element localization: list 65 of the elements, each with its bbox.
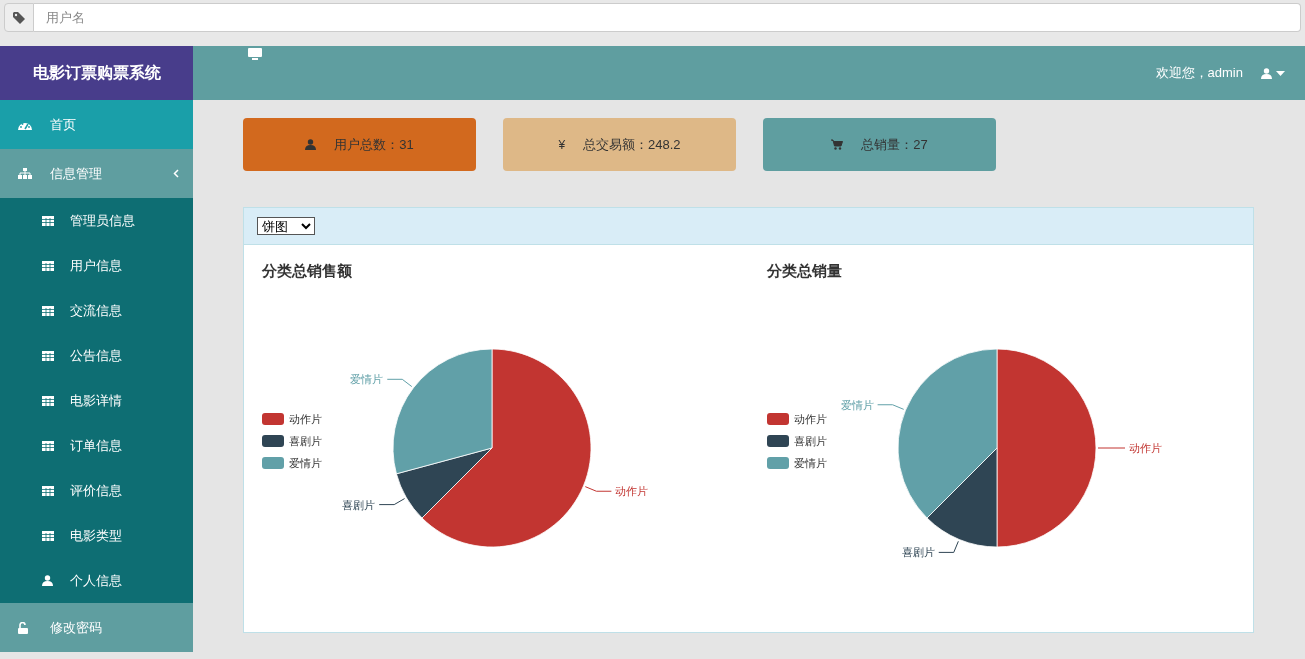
slice-label: 爱情片 xyxy=(350,372,384,385)
table-icon xyxy=(42,305,54,316)
tag-icon xyxy=(13,11,25,24)
leader-line xyxy=(1097,447,1125,448)
chart-title: 分类总销量 xyxy=(766,261,842,281)
stat-text: 总销量：27 xyxy=(861,135,928,154)
legend-item[interactable]: 动作片 xyxy=(766,412,827,425)
submenu-item[interactable]: 订单信息 xyxy=(0,423,193,468)
legend-label: 爱情片 xyxy=(793,456,827,469)
user-icon xyxy=(42,575,53,586)
yen-icon: ¥ xyxy=(558,135,566,154)
slice-label: 动作片 xyxy=(1128,441,1162,454)
submenu-item[interactable]: 个人信息 xyxy=(0,558,193,603)
legend-item[interactable]: 动作片 xyxy=(262,412,322,425)
legend-label: 动作片 xyxy=(289,412,322,425)
submenu-item[interactable]: 用户信息 xyxy=(0,243,193,288)
legend-label: 爱情片 xyxy=(289,456,322,469)
sidebar-item[interactable]: 首页 xyxy=(0,100,193,149)
table-icon xyxy=(42,530,54,541)
submenu-item[interactable]: 公告信息 xyxy=(0,333,193,378)
table-icon xyxy=(42,260,54,271)
submenu-item[interactable]: 管理员信息 xyxy=(0,198,193,243)
leader-line xyxy=(876,403,904,410)
table-icon xyxy=(42,395,54,406)
leader-line xyxy=(584,485,612,492)
legend-item[interactable]: 喜剧片 xyxy=(766,434,827,447)
legend-label: 喜剧片 xyxy=(793,434,827,447)
slice-label: 爱情片 xyxy=(840,398,874,411)
table-icon xyxy=(42,350,54,361)
leader-line xyxy=(386,378,413,387)
search-field[interactable]: 用户名 xyxy=(34,3,1301,32)
slice-label: 喜剧片 xyxy=(901,545,935,558)
submenu-item[interactable]: 电影详情 xyxy=(0,378,193,423)
monitor-icon xyxy=(248,48,262,60)
table-icon xyxy=(42,485,54,496)
sidebar-item[interactable]: 信息管理 xyxy=(0,149,193,198)
submenu-item[interactable]: 电影类型 xyxy=(0,513,193,558)
submenu-item[interactable]: 交流信息 xyxy=(0,288,193,333)
legend-item[interactable]: 爱情片 xyxy=(262,456,322,469)
table-icon xyxy=(42,440,54,451)
slice-label: 喜剧片 xyxy=(342,498,376,511)
chart-title: 分类总销售额 xyxy=(262,261,352,281)
sidebar-item[interactable]: 修改密码 xyxy=(0,603,193,652)
chevron-left-icon xyxy=(173,169,179,178)
app-title: 电影订票购票系统 xyxy=(32,63,161,83)
slice-label: 动作片 xyxy=(615,484,649,497)
unlocked-padlock-icon xyxy=(18,621,28,634)
legend-item[interactable]: 喜剧片 xyxy=(262,434,322,447)
legend-label: 动作片 xyxy=(793,412,827,425)
user-icon xyxy=(1261,67,1272,79)
legend-label: 喜剧片 xyxy=(289,434,322,447)
leader-line xyxy=(378,497,406,505)
welcome-text: 欢迎您，admin xyxy=(1155,64,1243,83)
cart-icon xyxy=(831,139,844,150)
stat-text: 用户总数：31 xyxy=(334,135,414,154)
legend-item[interactable]: 爱情片 xyxy=(766,456,827,469)
submenu-item[interactable]: 评价信息 xyxy=(0,468,193,513)
table-icon xyxy=(42,215,54,226)
sitemap-icon xyxy=(18,168,32,179)
chart-type-select[interactable]: 饼图 xyxy=(257,217,315,235)
caret-icon xyxy=(1276,70,1285,76)
stat-text: 总交易额：248.2 xyxy=(583,135,681,154)
user-menu-button[interactable] xyxy=(1261,67,1285,79)
leader-line xyxy=(937,540,959,553)
user-icon xyxy=(305,139,317,150)
